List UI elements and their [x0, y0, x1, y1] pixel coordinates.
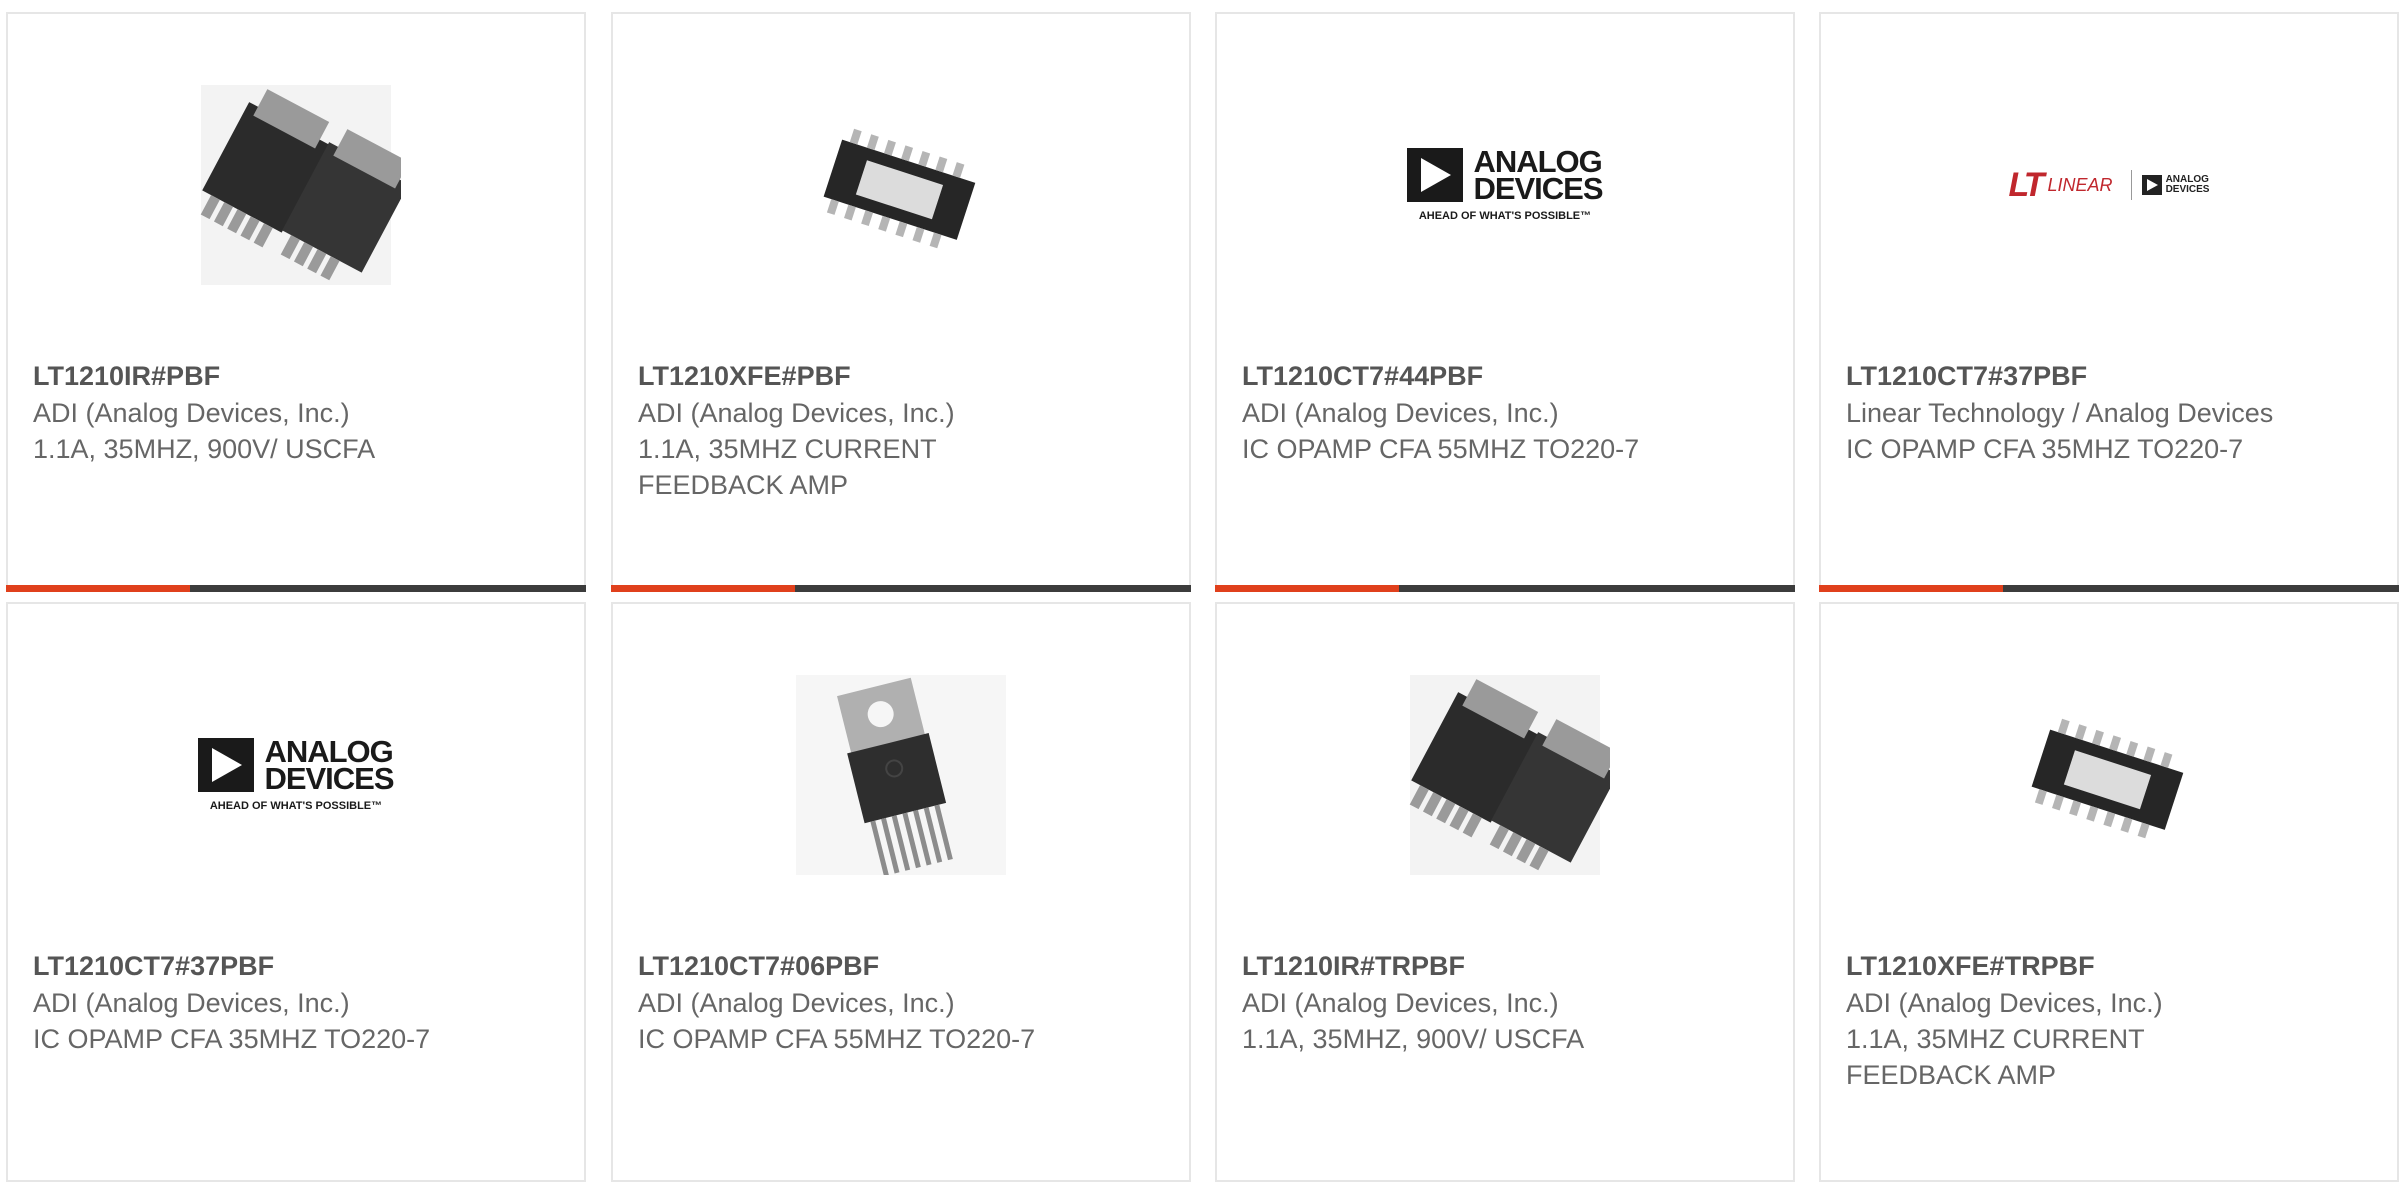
- analog-devices-logo: ANALOG DEVICES AHEAD OF WHAT'S POSSIBLE™: [1407, 146, 1604, 222]
- logo-text: DEVICES: [264, 761, 394, 796]
- product-image[interactable]: [613, 80, 1189, 290]
- part-number[interactable]: LT1210CT7#37PBF: [1846, 358, 2276, 394]
- product-card[interactable]: LT1210XFE#TRPBF ADI (Analog Devices, Inc…: [1819, 602, 2399, 1182]
- product-card[interactable]: LT LINEAR ANALOG DEVICES LT1210CT7#37PBF…: [1819, 12, 2399, 592]
- product-grid: LT1210IR#PBF ADI (Analog Devices, Inc.) …: [0, 0, 2400, 1182]
- logo-tagline: AHEAD OF WHAT'S POSSIBLE™: [209, 800, 383, 812]
- part-number[interactable]: LT1210IR#PBF: [33, 358, 463, 394]
- part-number[interactable]: LT1210CT7#44PBF: [1242, 358, 1672, 394]
- product-image[interactable]: ANALOG DEVICES AHEAD OF WHAT'S POSSIBLE™: [1217, 80, 1793, 290]
- description: IC OPAMP CFA 35MHZ TO220-7: [1846, 434, 2244, 464]
- product-image[interactable]: [8, 80, 584, 290]
- description: IC OPAMP CFA 35MHZ TO220-7: [33, 1024, 431, 1054]
- to220-chip-icon: [796, 675, 1006, 875]
- product-info: LT1210CT7#37PBF Linear Technology / Anal…: [1846, 358, 2276, 467]
- product-card[interactable]: LT1210IR#PBF ADI (Analog Devices, Inc.) …: [6, 12, 586, 592]
- linear-technology-logo: LT LINEAR ANALOG DEVICES: [2009, 166, 2210, 205]
- product-info: LT1210IR#PBF ADI (Analog Devices, Inc.) …: [33, 358, 463, 467]
- logo-divider: [2130, 170, 2132, 200]
- logo-tagline: AHEAD OF WHAT'S POSSIBLE™: [1418, 210, 1592, 222]
- card-accent-bar: [6, 585, 190, 592]
- part-number[interactable]: LT1210XFE#TRPBF: [1846, 948, 2276, 984]
- product-image[interactable]: ANALOG DEVICES AHEAD OF WHAT'S POSSIBLE™: [8, 670, 584, 880]
- part-number[interactable]: LT1210IR#TRPBF: [1242, 948, 1672, 984]
- adi-triangle-icon: [2141, 175, 2162, 195]
- adi-triangle-icon: [198, 738, 255, 792]
- description: 1.1A, 35MHZ, 900V/ USCFA: [33, 434, 376, 464]
- product-card[interactable]: LT1210IR#TRPBF ADI (Analog Devices, Inc.…: [1215, 602, 1795, 1182]
- card-accent-bar: [1819, 585, 2003, 592]
- product-card[interactable]: ANALOG DEVICES AHEAD OF WHAT'S POSSIBLE™…: [6, 602, 586, 1182]
- analog-devices-logo: ANALOG DEVICES AHEAD OF WHAT'S POSSIBLE™: [198, 736, 395, 812]
- dd-pak-chip-icon: [200, 85, 401, 285]
- description: 1.1A, 35MHZ, 900V/ USCFA: [1242, 1024, 1585, 1054]
- card-accent-bar: [1215, 585, 1399, 592]
- part-number[interactable]: LT1210CT7#37PBF: [33, 948, 463, 984]
- logo-text: DEVICES: [1473, 171, 1603, 206]
- product-card[interactable]: ANALOG DEVICES AHEAD OF WHAT'S POSSIBLE™…: [1215, 12, 1795, 592]
- description: IC OPAMP CFA 55MHZ TO220-7: [638, 1024, 1036, 1054]
- description: IC OPAMP CFA 55MHZ TO220-7: [1242, 434, 1640, 464]
- part-number[interactable]: LT1210CT7#06PBF: [638, 948, 1068, 984]
- manufacturer: ADI (Analog Devices, Inc.): [1242, 398, 1559, 428]
- manufacturer: ADI (Analog Devices, Inc.): [1242, 988, 1559, 1018]
- manufacturer: ADI (Analog Devices, Inc.): [638, 988, 955, 1018]
- manufacturer: ADI (Analog Devices, Inc.): [33, 988, 350, 1018]
- manufacturer: ADI (Analog Devices, Inc.): [33, 398, 350, 428]
- product-info: LT1210IR#TRPBF ADI (Analog Devices, Inc.…: [1242, 948, 1672, 1057]
- product-card[interactable]: LT1210CT7#06PBF ADI (Analog Devices, Inc…: [611, 602, 1191, 1182]
- part-number[interactable]: LT1210XFE#PBF: [638, 358, 1068, 394]
- product-info: LT1210CT7#37PBF ADI (Analog Devices, Inc…: [33, 948, 463, 1057]
- card-bottom-bar: [1819, 585, 2399, 592]
- lt-mark-icon: LT: [2008, 165, 2045, 204]
- card-bottom-bar: [611, 585, 1191, 592]
- card-bottom-bar: [1215, 585, 1795, 592]
- tssop-chip-icon: [2031, 718, 2184, 839]
- product-image[interactable]: [1217, 670, 1793, 880]
- product-card[interactable]: LT1210XFE#PBF ADI (Analog Devices, Inc.)…: [611, 12, 1191, 592]
- manufacturer: Linear Technology / Analog Devices: [1846, 398, 2274, 428]
- product-info: LT1210CT7#44PBF ADI (Analog Devices, Inc…: [1242, 358, 1672, 467]
- dd-pak-chip-icon: [1409, 675, 1610, 875]
- product-image[interactable]: [1821, 670, 2397, 880]
- manufacturer: ADI (Analog Devices, Inc.): [1846, 988, 2163, 1018]
- tssop-chip-icon: [823, 128, 976, 249]
- logo-text: DEVICES: [2165, 184, 2210, 195]
- product-info: LT1210CT7#06PBF ADI (Analog Devices, Inc…: [638, 948, 1068, 1057]
- product-info: LT1210XFE#TRPBF ADI (Analog Devices, Inc…: [1846, 948, 2276, 1093]
- product-image[interactable]: [613, 670, 1189, 880]
- description: 1.1A, 35MHZ CURRENT FEEDBACK AMP: [638, 434, 937, 500]
- logo-text: LINEAR: [2047, 174, 2113, 195]
- product-info: LT1210XFE#PBF ADI (Analog Devices, Inc.)…: [638, 358, 1068, 503]
- product-image[interactable]: LT LINEAR ANALOG DEVICES: [1821, 80, 2397, 290]
- card-bottom-bar: [6, 585, 586, 592]
- card-accent-bar: [611, 585, 795, 592]
- adi-triangle-icon: [1407, 148, 1464, 202]
- manufacturer: ADI (Analog Devices, Inc.): [638, 398, 955, 428]
- description: 1.1A, 35MHZ CURRENT FEEDBACK AMP: [1846, 1024, 2145, 1090]
